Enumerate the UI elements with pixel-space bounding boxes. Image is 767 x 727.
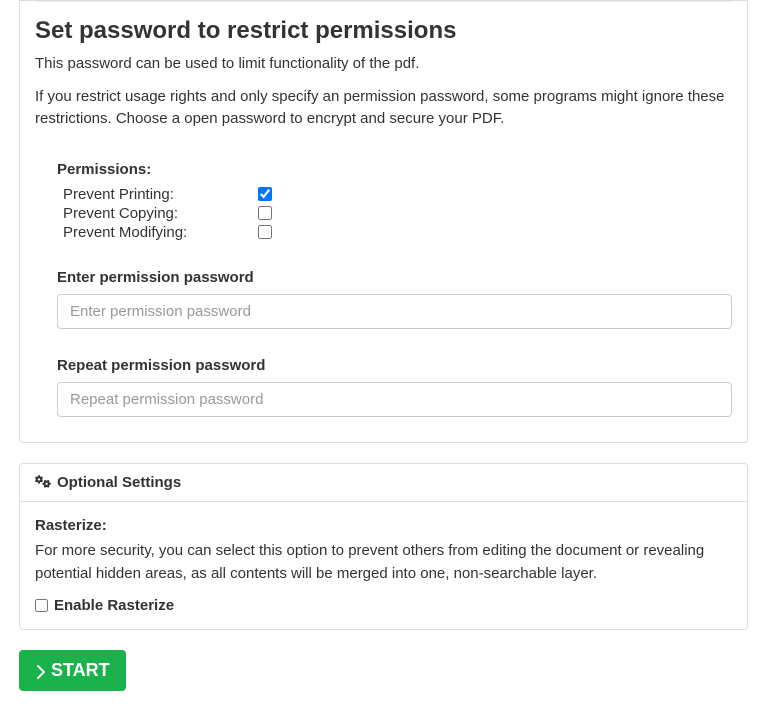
restrict-permissions-body: Set password to restrict permissions Thi… xyxy=(20,2,747,442)
enable-rasterize-label[interactable]: Enable Rasterize xyxy=(54,597,174,614)
permissions-label: Permissions: xyxy=(57,161,732,178)
permissions-block: Permissions: Prevent Printing: Prevent C… xyxy=(35,141,732,427)
prevent-printing-row: Prevent Printing: xyxy=(63,186,732,203)
optional-settings-heading[interactable]: Optional Settings xyxy=(20,464,747,503)
enable-rasterize-row: Enable Rasterize xyxy=(35,597,732,614)
prevent-printing-checkbox[interactable] xyxy=(258,187,272,201)
enable-rasterize-checkbox[interactable] xyxy=(35,599,48,612)
restrict-permissions-panel: Set password to restrict permissions Thi… xyxy=(19,0,748,443)
chevron-right-icon xyxy=(35,664,45,678)
permissions-table: Prevent Printing: Prevent Copying: Preve… xyxy=(57,186,732,241)
prevent-modifying-label: Prevent Modifying: xyxy=(63,224,258,241)
optional-settings-panel: Optional Settings Rasterize: For more se… xyxy=(19,463,748,631)
repeat-permission-password-input[interactable] xyxy=(57,382,732,417)
restrict-heading: Set password to restrict permissions xyxy=(35,17,732,45)
prevent-modifying-row: Prevent Modifying: xyxy=(63,224,732,241)
rasterize-label: Rasterize: xyxy=(35,517,732,534)
rasterize-desc: For more security, you can select this o… xyxy=(35,540,732,585)
prevent-modifying-checkbox[interactable] xyxy=(258,225,272,239)
enter-permission-password-input[interactable] xyxy=(57,294,732,329)
restrict-desc1: This password can be used to limit funct… xyxy=(35,53,732,76)
prevent-printing-label: Prevent Printing: xyxy=(63,186,258,203)
repeat-permission-password-label: Repeat permission password xyxy=(57,357,732,374)
start-button[interactable]: START xyxy=(19,650,126,691)
start-button-label: START xyxy=(51,660,110,681)
gears-icon xyxy=(35,475,51,489)
prevent-copying-label: Prevent Copying: xyxy=(63,205,258,222)
prevent-copying-row: Prevent Copying: xyxy=(63,205,732,222)
prevent-copying-checkbox[interactable] xyxy=(258,206,272,220)
enter-permission-password-label: Enter permission password xyxy=(57,269,732,286)
optional-settings-title: Optional Settings xyxy=(57,474,181,491)
restrict-desc2: If you restrict usage rights and only sp… xyxy=(35,86,732,131)
optional-settings-body: Rasterize: For more security, you can se… xyxy=(20,502,747,629)
